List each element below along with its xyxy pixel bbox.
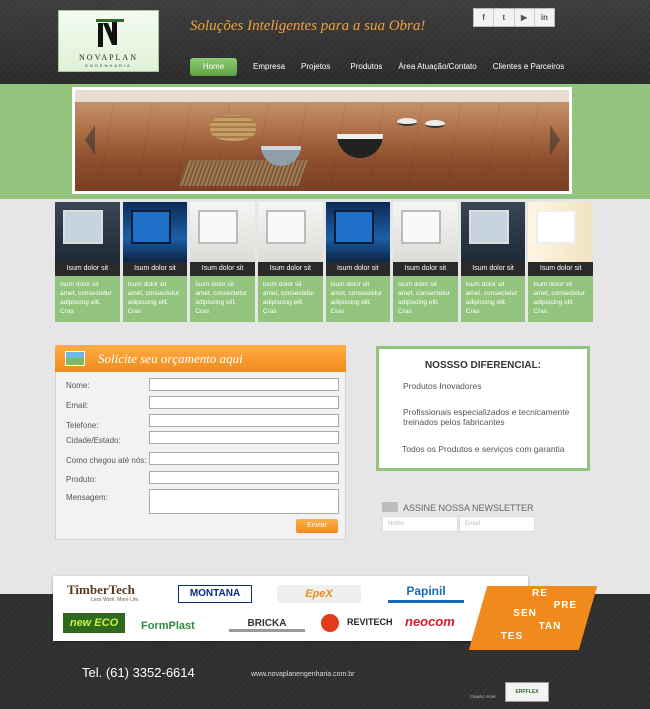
como-chegou-input[interactable]	[149, 452, 339, 465]
papinil-logo[interactable]: Papinil	[388, 583, 464, 603]
main-nav: Home Empresa Projetos Produtos Área Atua…	[190, 58, 572, 76]
slider-next-arrow-icon[interactable]	[550, 125, 560, 155]
thumbnail-text: Isum dolor sit amet, consectetur adipisc…	[465, 281, 518, 315]
newsletter-email-input[interactable]: Email	[459, 516, 535, 532]
thumbnail-caption: Isum dolor sit	[55, 262, 120, 276]
quote-form-header: Solicite seu orçamento aqui	[55, 345, 346, 372]
thumbnail-card[interactable]: Isum dolor sit Isum dolor sit amet, conse…	[257, 202, 323, 322]
label-telefone: Telefone:	[66, 421, 99, 430]
telefone-input[interactable]	[149, 414, 339, 427]
hero-slide-image	[72, 87, 572, 194]
social-links: f t ▶ in	[473, 8, 555, 27]
logo-brand-text: NOVAPLAN	[79, 53, 138, 62]
timbertech-slogan: Less Work. More Life.	[91, 597, 140, 603]
produto-input[interactable]	[149, 471, 339, 484]
new-eco-logo[interactable]: new ECO	[63, 613, 125, 633]
thumbnail-text: Isum dolor sit amet, consectetur adipisc…	[262, 281, 315, 315]
erpflex-logo[interactable]: ERPFLEX	[505, 682, 549, 702]
facebook-icon[interactable]: f	[474, 9, 495, 26]
thumbnail-caption: Isum dolor sit	[190, 262, 255, 276]
thumbnail-text: Isum dolor sit amet, consectetur adipisc…	[533, 281, 586, 315]
neocom-logo[interactable]: neocom	[405, 614, 455, 629]
label-nome: Nome:	[66, 381, 90, 390]
thumbnail-text: Isum dolor sit amet, consectetur adipisc…	[127, 281, 180, 315]
diferencial-item: Profissionais especializados e tecnicame…	[403, 407, 570, 427]
novaplan-logo-icon	[96, 19, 124, 47]
quote-form-title: Solicite seu orçamento aqui	[98, 351, 243, 366]
thumbnail-caption: Isum dolor sit	[325, 262, 391, 276]
thumbnail-caption: Isum dolor sit	[460, 262, 526, 276]
diferencial-box: NOSSSO DIFERENCIAL: Produtos Inovadores …	[376, 346, 590, 471]
thumbnail-text: Isum dolor sit amet, consectetur adipisc…	[398, 281, 450, 315]
sandal	[397, 118, 417, 126]
nav-projetos[interactable]: Projetos	[293, 58, 338, 76]
thumbnail-card[interactable]: Isum dolor sit Isum dolor sit amet, conse…	[393, 202, 458, 322]
envelope-icon	[382, 502, 398, 512]
nome-input[interactable]	[149, 378, 339, 391]
thumbnail-caption: Isum dolor sit	[122, 262, 188, 276]
mensagem-textarea[interactable]	[149, 489, 339, 514]
site-logo[interactable]: NOVAPLAN ENGENHARIA	[58, 10, 159, 72]
label-cidade: Cidade/Estado:	[66, 436, 121, 445]
thumbnail-text: Isum dolor sit amet, consectetur adipisc…	[330, 281, 383, 315]
badge-text: TES	[500, 631, 524, 642]
landscape-icon	[65, 351, 85, 366]
diferencial-title: NOSSSO DIFERENCIAL:	[424, 360, 542, 371]
thumbnail-caption: Isum dolor sit	[393, 262, 458, 276]
label-email: Email:	[66, 401, 89, 410]
thumbnail-card[interactable]: Isum dolor sit Isum dolor sit amet, conse…	[55, 202, 120, 322]
badge-text: SEN	[513, 608, 537, 619]
linkedin-icon[interactable]: in	[535, 9, 554, 26]
revitech-logo[interactable]: REVITECH	[347, 617, 393, 627]
nav-empresa[interactable]: Empresa	[245, 58, 293, 76]
logo-subtitle: ENGENHARIA	[85, 63, 132, 68]
thumbnail-card[interactable]: Isum dolor sit Isum dolor sit amet, conse…	[122, 202, 188, 322]
representantes-badge: RE PRE SEN TAN TES	[468, 586, 598, 650]
footer-phone: Tel. (61) 3352-6614	[82, 665, 195, 680]
nav-area-atuacao[interactable]: Área Atuação/Contato	[390, 58, 484, 76]
sandal	[425, 120, 445, 128]
label-produto: Produto:	[66, 475, 97, 484]
partner-logos: TimberTech Less Work. More Life. MONTANA…	[53, 576, 528, 641]
thumbnail-caption: Isum dolor sit	[528, 262, 593, 276]
footer-website-link[interactable]: www.novaplanengenharia.com.br	[251, 671, 355, 678]
thumbnail-text: Isum dolor sit amet, consectetur adipisc…	[195, 281, 247, 315]
newsletter-title: ASSINE NOSSA NEWSLETTER	[403, 503, 534, 513]
slider-prev-arrow-icon[interactable]	[85, 125, 95, 155]
newsletter-name-input[interactable]: Nome	[382, 516, 458, 532]
nav-clientes[interactable]: Clientes e Parceiros	[485, 58, 573, 76]
enviar-button[interactable]: Enviar	[296, 519, 338, 533]
email-input[interactable]	[149, 396, 339, 409]
twitter-icon[interactable]: t	[494, 9, 515, 26]
thumbnail-caption: Isum dolor sit	[257, 262, 323, 276]
thumbnail-card[interactable]: Isum dolor sit Isum dolor sit amet, conse…	[190, 202, 255, 322]
badge-text: TAN	[538, 621, 562, 632]
formplast-logo[interactable]: FormPlast	[141, 620, 195, 632]
bricka-logo[interactable]: BRICKA	[229, 615, 305, 632]
thumbnail-card[interactable]: Isum dolor sit Isum dolor sit amet, conse…	[460, 202, 526, 322]
cidade-input[interactable]	[149, 431, 339, 444]
badge-text: PRE	[553, 600, 578, 611]
youtube-icon[interactable]: ▶	[515, 9, 535, 26]
nav-produtos[interactable]: Produtos	[342, 58, 390, 76]
site-tagline: Soluções Inteligentes para a sua Obra!	[190, 18, 426, 34]
label-como-chegou: Como chegou até nós:	[66, 456, 147, 465]
product-thumbnails: Isum dolor sit Isum dolor sit amet, conse…	[55, 202, 593, 322]
nav-home[interactable]: Home	[190, 58, 237, 76]
label-mensagem: Mensagem:	[66, 493, 108, 502]
thumbnail-card[interactable]: Isum dolor sit Isum dolor sit amet, conse…	[528, 202, 593, 322]
diferencial-item: Todos os Produtos e serviços com garanti…	[402, 444, 565, 454]
thumbnail-text: Isum dolor sit amet, consectetur adipisc…	[60, 281, 112, 315]
badge-text: RE	[532, 588, 548, 599]
steamer-basket	[210, 115, 256, 141]
diferencial-item: Produtos Inovadores	[403, 381, 482, 391]
timbertech-logo[interactable]: TimberTech	[67, 582, 135, 598]
criado-por-label: CRIADO POR:	[470, 694, 497, 699]
epex-logo[interactable]: EpeX	[277, 585, 361, 603]
revitech-symbol-icon	[321, 614, 339, 632]
montana-logo[interactable]: MONTANA	[178, 585, 252, 603]
thumbnail-card[interactable]: Isum dolor sit Isum dolor sit amet, conse…	[325, 202, 391, 322]
